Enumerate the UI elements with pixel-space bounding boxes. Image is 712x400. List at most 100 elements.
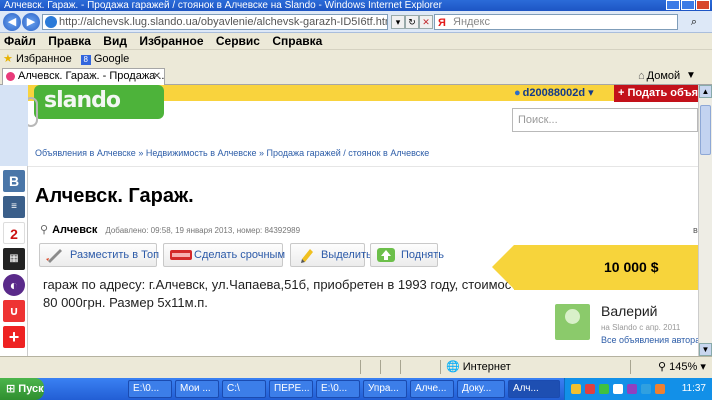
slando-logo[interactable]: slando xyxy=(34,85,164,119)
post-ad-button[interactable]: + Подать объяв xyxy=(614,85,698,102)
menu-tools[interactable]: Сервис xyxy=(216,34,260,48)
user-menu[interactable]: ● d20088002d ▾ xyxy=(514,85,594,101)
breadcrumb[interactable]: Объявления в Алчевске » Недвижимость в А… xyxy=(35,148,429,158)
home-dropdown-icon[interactable]: ▼ xyxy=(686,68,696,84)
start-label: Пуск xyxy=(18,383,44,395)
forward-icon[interactable]: ▶ xyxy=(22,13,40,31)
window-controls xyxy=(665,0,710,11)
taskbar-item-active[interactable]: Алч... xyxy=(508,380,560,398)
qr-icon[interactable]: ▦ xyxy=(3,248,25,270)
favorites-button[interactable]: Избранное xyxy=(16,53,72,65)
browser-search-placeholder: Яндекс xyxy=(453,16,490,28)
taskbar-item[interactable]: Доку... xyxy=(457,380,505,398)
logo-text: slando xyxy=(44,88,121,113)
taskbar: ⊞ Пуск E:\0... Мои ... C:\ ПЕРЕ... E:\0.… xyxy=(0,378,712,400)
window-title: Алчевск. Гараж. - Продажа гаражей / стоя… xyxy=(4,0,442,11)
tray-icon[interactable] xyxy=(599,384,609,394)
security-zone: 🌐 Интернет xyxy=(446,357,511,377)
tab-active[interactable]: Алчевск. Гараж. - Продажа ... ✕ xyxy=(2,68,165,85)
chevron-down-icon: ▾ xyxy=(588,87,594,99)
location-pin-icon: ⚲ xyxy=(40,224,49,236)
highlighter-icon xyxy=(301,249,313,263)
tray-icon[interactable] xyxy=(613,384,623,394)
tray-icon[interactable] xyxy=(655,384,665,394)
menu-help[interactable]: Справка xyxy=(272,34,322,48)
avatar xyxy=(555,304,590,340)
status-separator xyxy=(380,360,381,374)
tab-close-icon[interactable]: ✕ xyxy=(153,69,161,84)
menu-edit[interactable]: Правка xyxy=(48,34,91,48)
tray-icon[interactable] xyxy=(627,384,637,394)
globe-zone-icon: 🌐 xyxy=(446,361,460,373)
status-separator xyxy=(400,360,401,374)
system-tray: 11:37 xyxy=(564,378,712,400)
taskbar-item[interactable]: E:\0... xyxy=(128,380,172,398)
tab-bar: Алчевск. Гараж. - Продажа ... ✕ ⌂ Домой ▼ xyxy=(0,67,712,85)
paperclip-icon xyxy=(28,97,38,127)
books-icon[interactable]: ≡ xyxy=(3,196,25,218)
home-label: Домой xyxy=(646,70,681,82)
tray-icon[interactable] xyxy=(571,384,581,394)
taskbar-item[interactable]: Алче... xyxy=(410,380,454,398)
taskbar-item[interactable]: E:\0... xyxy=(316,380,360,398)
taskbar-item[interactable]: Мои ... xyxy=(175,380,219,398)
web-page: slando ● d20088002d ▾ + Подать объяв Поис… xyxy=(28,85,698,356)
magnet-icon[interactable]: ∪ xyxy=(3,300,25,322)
zoom-control[interactable]: ⚲ 145% ▾ xyxy=(658,357,706,377)
menu-file[interactable]: Файл xyxy=(4,34,36,48)
tab-label: Алчевск. Гараж. - Продажа ... xyxy=(18,70,165,82)
top-button[interactable]: Разместить в Топ xyxy=(39,243,160,267)
scroll-thumb[interactable] xyxy=(700,105,711,155)
highlight-button[interactable]: Выделить xyxy=(290,243,372,267)
window-title-bar[interactable]: Алчевск. Гараж. - Продажа гаражей / стоя… xyxy=(0,0,712,11)
user-name: d20088002d xyxy=(522,87,586,99)
tab-favicon-icon xyxy=(6,72,15,81)
menu-view[interactable]: Вид xyxy=(103,34,127,48)
rocket-icon xyxy=(46,249,62,263)
ad-description: гараж по адресу: г.Алчевск, ул.Чапаева,5… xyxy=(43,277,534,310)
maximize-icon[interactable] xyxy=(681,0,695,10)
start-button[interactable]: ⊞ Пуск xyxy=(0,378,44,400)
seller-name: Валерий xyxy=(601,303,658,319)
yandex-icon: Я xyxy=(438,17,446,29)
google-link[interactable]: Google xyxy=(94,53,129,65)
minimize-icon[interactable] xyxy=(666,0,680,10)
scroll-up-icon[interactable]: ▲ xyxy=(699,85,712,98)
seller-all-ads-link[interactable]: Все объявления автора xyxy=(601,335,698,345)
urgent-button[interactable]: Сделать срочным xyxy=(163,243,285,267)
status-separator xyxy=(630,360,631,374)
urgent-label-icon xyxy=(170,250,192,260)
vertical-scrollbar[interactable]: ▲ ▼ xyxy=(698,85,712,356)
address-toolbar: ◀ ▶ http://alchevsk.lug.slando.ua/obyavl… xyxy=(0,11,712,33)
tray-icon[interactable] xyxy=(585,384,595,394)
refresh-icon[interactable]: ↻ xyxy=(405,15,419,29)
scroll-down-icon[interactable]: ▼ xyxy=(699,343,712,356)
clock[interactable]: 11:37 xyxy=(682,378,706,400)
raise-button[interactable]: Поднять xyxy=(370,243,444,267)
plus-icon[interactable]: + xyxy=(3,326,25,348)
back-icon[interactable]: ◀ xyxy=(3,13,21,31)
star-icon: ★ xyxy=(3,53,13,65)
top-button-label: Разместить в Топ xyxy=(70,249,160,261)
tray-icon[interactable] xyxy=(641,384,651,394)
status-bar: 🌐 Интернет ⚲ 145% ▾ xyxy=(0,356,712,378)
home-button[interactable]: ⌂ Домой xyxy=(638,68,680,84)
address-input[interactable]: http://alchevsk.lug.slando.ua/obyavlenie… xyxy=(42,14,388,30)
search-icon[interactable]: ⌕ xyxy=(686,15,702,29)
address-dropdown-icon[interactable]: ▾ xyxy=(391,15,405,29)
taskbar-item[interactable]: Упра... xyxy=(363,380,407,398)
stop-icon[interactable]: ✕ xyxy=(419,15,433,29)
vk-icon[interactable]: В xyxy=(3,170,25,192)
site-search-input[interactable]: Поиск... xyxy=(512,108,698,132)
location-name[interactable]: Алчевск xyxy=(52,224,97,236)
taskbar-item[interactable]: C:\ xyxy=(222,380,266,398)
taskbar-item[interactable]: ПЕРЕ... xyxy=(269,380,313,398)
seller-card: Валерий на Slando с апр. 2011 Все объявл… xyxy=(548,295,698,350)
browser-search-input[interactable]: Я Яндекс xyxy=(434,14,678,30)
two-icon[interactable]: 2 xyxy=(3,222,25,244)
seller-since: на Slando с апр. 2011 xyxy=(601,323,681,332)
social-sidebar: В ≡ 2 ▦ ◐ ∪ + xyxy=(0,166,28,356)
close-icon[interactable] xyxy=(696,0,710,10)
globe-icon[interactable]: ◐ xyxy=(3,274,25,296)
menu-favorites[interactable]: Избранное xyxy=(139,34,203,48)
